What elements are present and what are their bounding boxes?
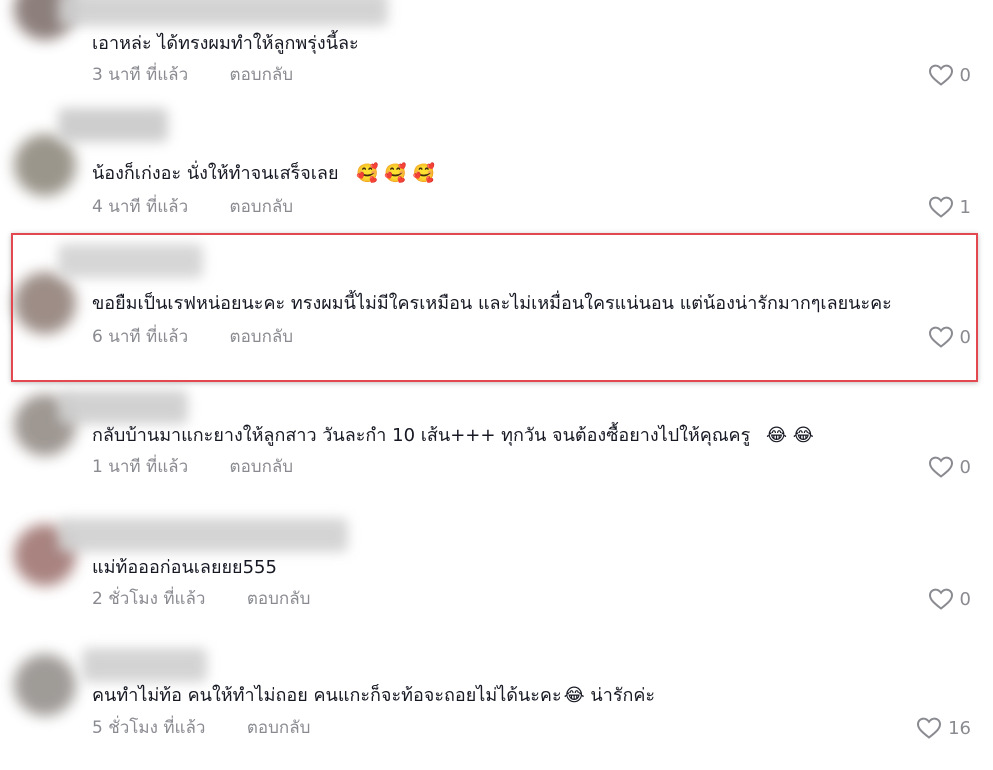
comment-meta: 2 ชั่วโมง ที่แล้ว ตอบกลับ (92, 588, 310, 610)
comment-time: 4 นาที ที่แล้ว (92, 197, 189, 217)
comment-meta: 1 นาที ที่แล้ว ตอบกลับ (92, 456, 293, 478)
comment-meta: 5 ชั่วโมง ที่แล้ว ตอบกลับ (92, 717, 310, 739)
comment-time: 1 นาที ที่แล้ว (92, 457, 189, 477)
reply-button[interactable]: ตอบกลับ (247, 588, 311, 610)
like-button[interactable]: 0 (928, 325, 971, 349)
comment-item: แม่ท้อออก่อนเลยยย555 2 ชั่วโมง ที่แล้ว ต… (0, 510, 993, 640)
like-count: 0 (959, 588, 971, 610)
avatar[interactable] (14, 134, 76, 196)
comment-body-suffix: น่ารักค่ะ (590, 685, 656, 706)
comment-item: กลับบ้านมาแกะยางให้ลูกสาว วันละกำ 10 เส้… (0, 380, 993, 510)
like-count: 0 (959, 326, 971, 348)
comment-time: 5 ชั่วโมง ที่แล้ว (92, 718, 206, 738)
emoji-smiling-hearts: 🥰 🥰 🥰 (356, 163, 435, 184)
comment-body: คนทำไม่ท้อ คนให้ทำไม่ถอย คนแกะก็จะท้อจะถ… (92, 685, 562, 706)
comment-item: ขอยืมเป็นเรฟหน่อยนะคะ ทรงผมนี้ไม่มีใครเห… (0, 230, 993, 380)
username-blurred[interactable] (58, 0, 388, 26)
username-blurred[interactable] (58, 390, 188, 424)
reply-button[interactable]: ตอบกลับ (230, 64, 294, 86)
comment-text: ขอยืมเป็นเรฟหน่อยนะคะ ทรงผมนี้ไม่มีใครเห… (92, 293, 892, 314)
comment-text: กลับบ้านมาแกะยางให้ลูกสาว วันละกำ 10 เส้… (92, 424, 814, 448)
reply-button[interactable]: ตอบกลับ (230, 326, 294, 348)
comment-time: 6 นาที ที่แล้ว (92, 327, 189, 347)
like-count: 0 (959, 456, 971, 478)
like-button[interactable]: 0 (928, 63, 971, 87)
comment-text: น้องก็เก่งอะ นั่งให้ทำจนเสร็จเลย 🥰 🥰 🥰 (92, 162, 435, 186)
like-button[interactable]: 0 (928, 455, 971, 479)
heart-outline-icon (928, 64, 953, 86)
like-count: 0 (959, 64, 971, 86)
like-button[interactable]: 0 (928, 587, 971, 611)
comment-time: 2 ชั่วโมง ที่แล้ว (92, 589, 206, 609)
comment-time: 3 นาที ที่แล้ว (92, 65, 189, 85)
comment-text: แม่ท้อออก่อนเลยยย555 (92, 557, 277, 578)
emoji-laughing: 😂 😂 (765, 425, 814, 446)
heart-outline-icon (928, 196, 953, 218)
username-blurred[interactable] (58, 244, 203, 278)
username-blurred[interactable] (82, 648, 207, 682)
comment-meta: 4 นาที ที่แล้ว ตอบกลับ (92, 196, 293, 218)
heart-outline-icon (928, 456, 953, 478)
username-blurred[interactable] (58, 518, 348, 552)
comment-body: กลับบ้านมาแกะยางให้ลูกสาว วันละกำ 10 เส้… (92, 425, 751, 446)
comment-text: เอาหล่ะ ได้ทรงผมทำให้ลูกพรุ่งนี้ละ (92, 33, 359, 54)
comment-body: น้องก็เก่งอะ นั่งให้ทำจนเสร็จเลย (92, 163, 339, 184)
like-button[interactable]: 16 (916, 716, 971, 740)
emoji-laughing: 😂 (563, 685, 585, 706)
reply-button[interactable]: ตอบกลับ (230, 196, 294, 218)
reply-button[interactable]: ตอบกลับ (230, 456, 294, 478)
comment-text: คนทำไม่ท้อ คนให้ทำไม่ถอย คนแกะก็จะท้อจะถ… (92, 684, 655, 708)
like-count: 16 (948, 717, 971, 739)
comment-item: เอาหล่ะ ได้ทรงผมทำให้ลูกพรุ่งนี้ละ 3 นาท… (0, 0, 993, 100)
comment-item: น้องก็เก่งอะ นั่งให้ทำจนเสร็จเลย 🥰 🥰 🥰 4… (0, 100, 993, 230)
comment-item: คนทำไม่ท้อ คนให้ทำไม่ถอย คนแกะก็จะท้อจะถ… (0, 640, 993, 770)
avatar[interactable] (14, 654, 76, 716)
like-button[interactable]: 1 (928, 195, 971, 219)
comment-meta: 3 นาที ที่แล้ว ตอบกลับ (92, 64, 293, 86)
like-count: 1 (959, 196, 971, 218)
heart-outline-icon (928, 588, 953, 610)
username-blurred[interactable] (58, 108, 168, 142)
heart-outline-icon (917, 717, 942, 739)
heart-outline-icon (928, 326, 953, 348)
comment-meta: 6 นาที ที่แล้ว ตอบกลับ (92, 326, 293, 348)
avatar[interactable] (14, 272, 76, 334)
reply-button[interactable]: ตอบกลับ (247, 717, 311, 739)
